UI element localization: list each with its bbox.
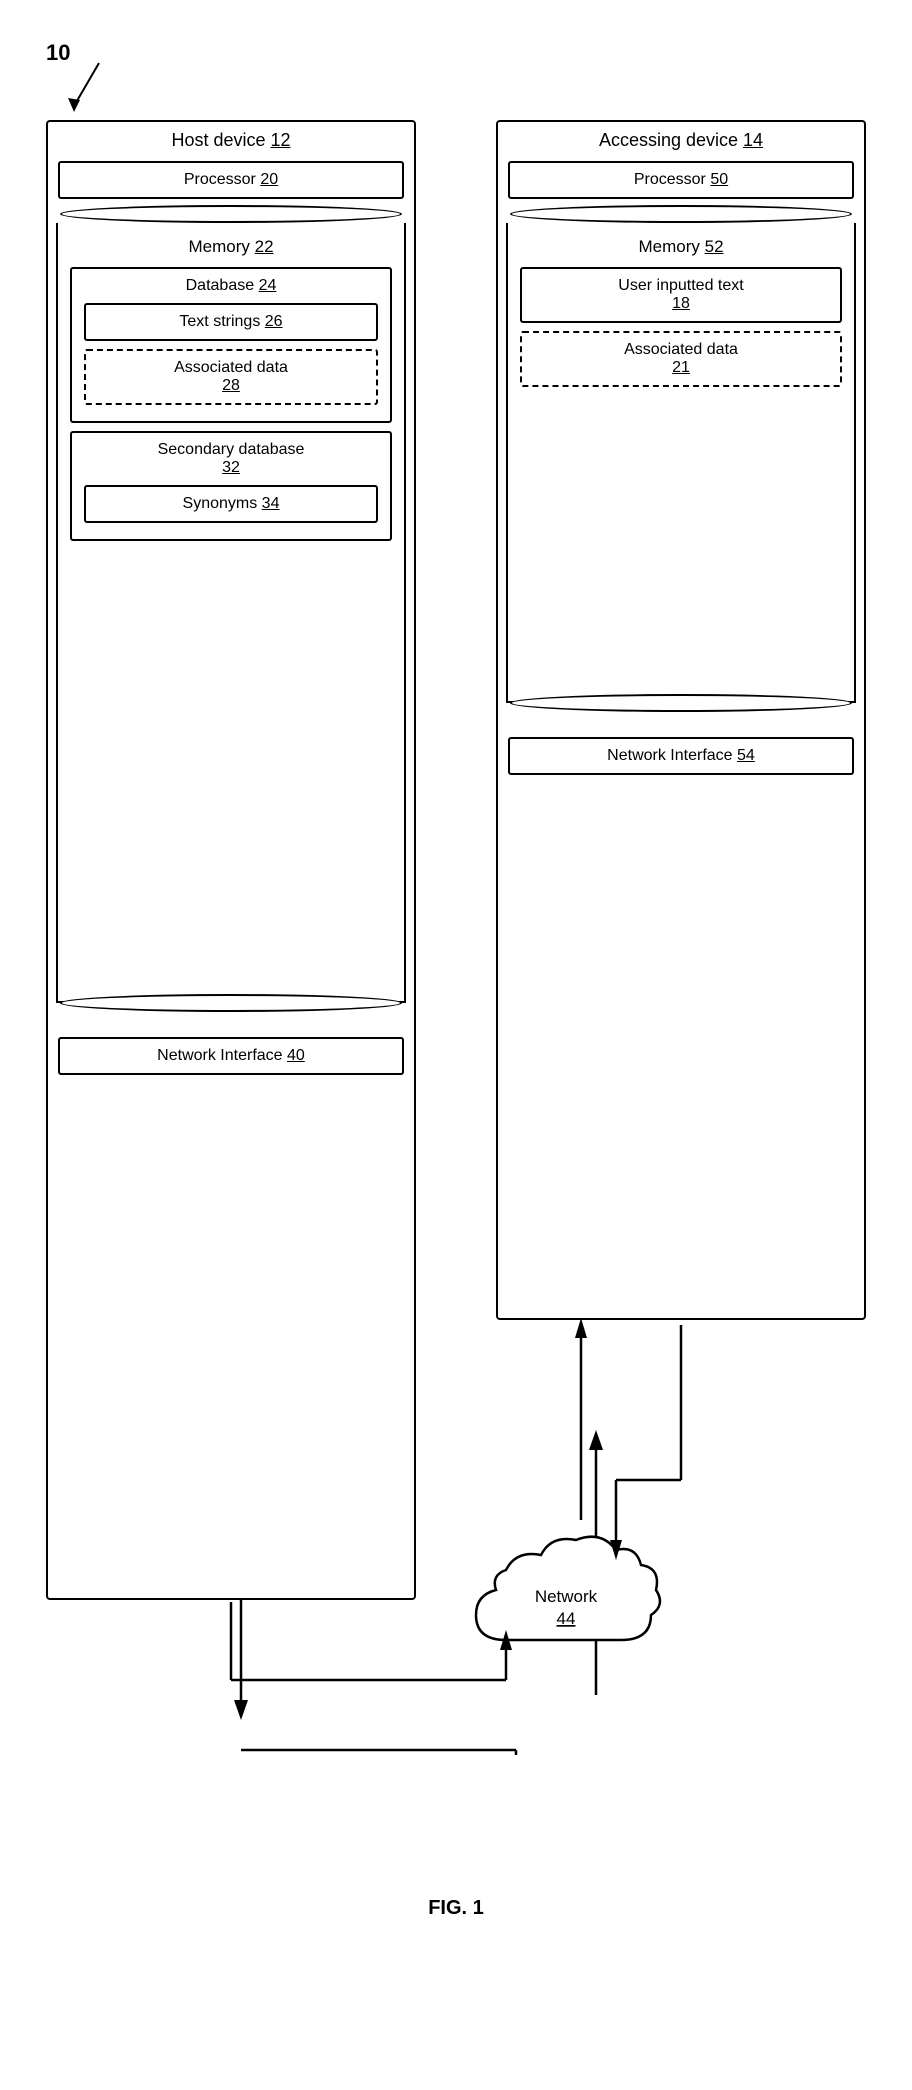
- diagram: 10 Host device 12 Processor 20 Memory 22…: [26, 40, 886, 1940]
- cloud-svg: Network 44: [466, 1520, 666, 1680]
- network-interface-accessing-box: Network Interface 54: [508, 737, 854, 775]
- svg-text:44: 44: [557, 1609, 576, 1628]
- accessing-device-title: Accessing device 14: [498, 122, 864, 155]
- host-device-box: Host device 12 Processor 20 Memory 22 Da…: [46, 120, 416, 1600]
- accessing-device-box: Accessing device 14 Processor 50 Memory …: [496, 120, 866, 1320]
- synonyms-box: Synonyms 34: [84, 485, 378, 523]
- processor-host-box: Processor 20: [58, 161, 404, 199]
- text-strings-box: Text strings 26: [84, 303, 378, 341]
- network-cloud: Network 44: [466, 1520, 666, 1680]
- memory-host-cylinder: Memory 22 Database 24 Text strings 26 As…: [56, 205, 406, 1021]
- user-inputted-text-box: User inputted text 18: [520, 267, 842, 323]
- secondary-database-box: Secondary database 32 Synonyms 34: [70, 431, 392, 541]
- ref-arrow-svg: [44, 58, 124, 118]
- memory-accessing-cylinder: Memory 52 User inputted text 18 Associat…: [506, 205, 856, 721]
- fig-label: FIG. 1: [428, 1897, 484, 1920]
- associated-data-accessing-box: Associated data 21: [520, 331, 842, 387]
- processor-accessing-box: Processor 50: [508, 161, 854, 199]
- associated-data-host-box: Associated data 28: [84, 349, 378, 405]
- host-device-title: Host device 12: [48, 122, 414, 155]
- database-box: Database 24 Text strings 26 Associated d…: [70, 267, 392, 423]
- network-interface-host-box: Network Interface 40: [58, 1037, 404, 1075]
- memory-host-label: Memory 22: [64, 233, 398, 259]
- memory-accessing-label: Memory 52: [514, 233, 848, 259]
- svg-text:Network: Network: [535, 1587, 598, 1606]
